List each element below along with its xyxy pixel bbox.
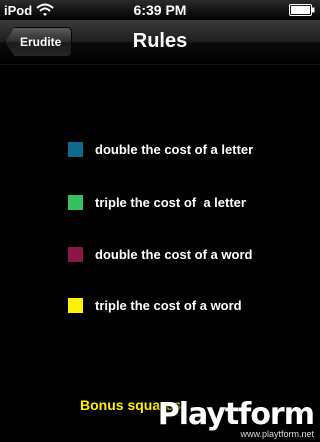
watermark-logo: Playtform [157, 397, 315, 432]
battery-icon [289, 4, 315, 16]
legend-label: double the cost of a letter [95, 141, 254, 157]
legend-item-triple-word: triple the cost of a word [68, 295, 242, 315]
legend-item-triple-letter: triple the cost of a letter [68, 192, 246, 212]
status-bar: iPod 6:39 PM [0, 0, 320, 20]
legend-item-double-letter: double the cost of a letter [68, 139, 253, 159]
page-title: Rules [132, 30, 188, 52]
watermark: Playtform www.playtform.net [157, 397, 315, 440]
legend-label: triple the cost of a word [95, 297, 242, 313]
swatch-double-word [68, 246, 83, 262]
legend-label: double the cost of a word [95, 246, 253, 262]
swatch-triple-word [68, 297, 83, 313]
status-time: 6:39 PM [133, 2, 187, 18]
legend-label: triple the cost of a letter [95, 194, 246, 210]
legend-item-double-word: double the cost of a word [68, 244, 252, 264]
swatch-double-letter [68, 141, 83, 157]
swatch-triple-letter [68, 194, 83, 210]
navigation-bar: Erudite Rules [0, 20, 320, 65]
